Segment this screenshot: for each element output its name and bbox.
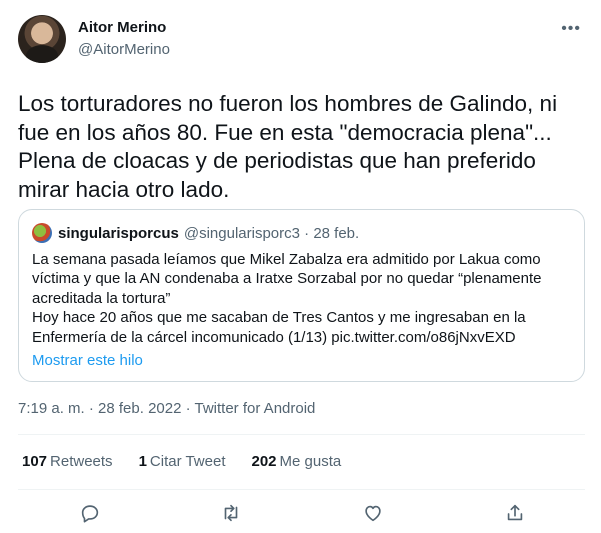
heart-icon[interactable] xyxy=(360,500,386,526)
quoted-tweet-text: La semana pasada leíamos que Mikel Zabal… xyxy=(32,251,542,346)
author-block: Aitor Merino @AitorMerino xyxy=(78,18,170,60)
retweets-label: Retweets xyxy=(50,453,113,470)
more-horizontal-icon[interactable]: ••• xyxy=(561,21,581,37)
action-bar xyxy=(0,496,601,530)
likes-stat[interactable]: 202 Me gusta xyxy=(252,453,342,470)
tweet-stats: 107 Retweets 1 Citar Tweet 202 Me gusta xyxy=(22,453,367,470)
divider xyxy=(18,489,585,490)
tweet-text: Los torturadores no fueron los hombres d… xyxy=(18,91,558,202)
likes-label: Me gusta xyxy=(279,453,342,470)
tweet-timestamp[interactable]: 7:19 a. m. · 28 feb. 2022 · Twitter for … xyxy=(18,400,315,417)
retweets-count: 107 xyxy=(22,453,48,470)
show-thread-link[interactable]: Mostrar este hilo xyxy=(32,352,143,369)
reply-bubble-icon[interactable] xyxy=(77,500,103,526)
divider xyxy=(18,434,585,435)
author-name[interactable]: Aitor Merino xyxy=(78,18,170,38)
quotes-count: 1 xyxy=(138,453,147,470)
quoted-tweet[interactable]: singularisporcus @singularisporc3 · 28 f… xyxy=(18,209,585,382)
quoted-avatar xyxy=(32,223,52,243)
author-handle[interactable]: @AitorMerino xyxy=(78,40,170,60)
avatar[interactable] xyxy=(18,15,66,63)
retweets-stat[interactable]: 107 Retweets xyxy=(22,453,113,470)
likes-count: 202 xyxy=(251,453,277,470)
quoted-tweet-header: singularisporcus @singularisporc3 · 28 f… xyxy=(32,223,359,243)
quotes-stat[interactable]: 1 Citar Tweet xyxy=(139,453,226,470)
quoted-author-name: singularisporcus xyxy=(58,224,179,242)
quoted-author-handle: @singularisporc3 · 28 feb. xyxy=(183,224,360,242)
retweet-icon[interactable] xyxy=(218,500,244,526)
quotes-label: Citar Tweet xyxy=(149,453,226,470)
share-upload-icon[interactable] xyxy=(502,500,528,526)
